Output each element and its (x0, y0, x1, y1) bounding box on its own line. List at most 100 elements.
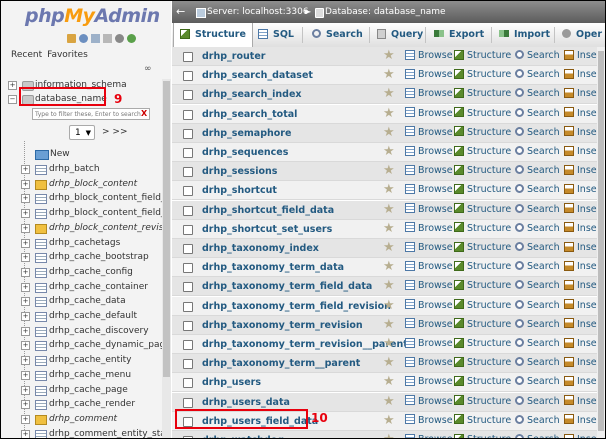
table-tree-label[interactable]: drhp_block_content_field_ (49, 191, 165, 205)
tab-structure[interactable]: Structure (173, 23, 253, 48)
structure-action[interactable]: Structure (454, 220, 511, 238)
search-action[interactable]: Search (515, 316, 560, 334)
row-checkbox[interactable] (183, 128, 193, 139)
search-action[interactable]: Search (515, 277, 560, 295)
favorite-star-icon[interactable]: ★ (383, 164, 395, 178)
table-tree-label[interactable]: drhp_batch (49, 162, 100, 176)
table-tree-label[interactable]: drhp_cache_bootstrap (49, 250, 149, 264)
structure-action[interactable]: Structure (454, 47, 511, 65)
table-name-link[interactable]: drhp_search_dataset (202, 66, 313, 85)
structure-action[interactable]: Structure (454, 412, 511, 430)
favorite-star-icon[interactable]: ★ (383, 260, 395, 274)
expand-icon[interactable]: + (21, 341, 30, 351)
table-tree-label[interactable]: drhp_cache_default (49, 309, 137, 323)
structure-action[interactable]: Structure (454, 143, 511, 161)
favorite-star-icon[interactable]: ★ (383, 375, 395, 389)
browse-action[interactable]: Browse (405, 335, 453, 353)
browse-action[interactable]: Browse (405, 258, 453, 276)
favorite-star-icon[interactable]: ★ (383, 356, 395, 370)
browse-action[interactable]: Browse (405, 105, 453, 123)
search-action[interactable]: Search (515, 181, 560, 199)
collapse-icon[interactable]: − (8, 95, 17, 104)
filter-clear-button[interactable]: X (141, 108, 147, 120)
home-icon[interactable] (67, 34, 76, 43)
search-action[interactable]: Search (515, 143, 560, 161)
table-name-link[interactable]: drhp_search_index (202, 85, 302, 104)
favorite-star-icon[interactable]: ★ (383, 241, 395, 255)
row-checkbox[interactable] (183, 397, 193, 408)
row-checkbox[interactable] (183, 205, 193, 216)
structure-action[interactable]: Structure (454, 277, 511, 295)
expand-icon[interactable]: + (21, 179, 30, 189)
search-action[interactable]: Search (515, 124, 560, 142)
table-name-link[interactable]: drhp_taxonomy_term_data (202, 258, 344, 277)
browse-action[interactable]: Browse (405, 354, 453, 372)
tab-export[interactable]: Export (434, 23, 484, 47)
table-tree-label[interactable]: drhp_cachetags (49, 236, 120, 250)
expand-icon[interactable]: + (21, 326, 30, 336)
row-checkbox[interactable] (183, 148, 193, 158)
browse-action[interactable]: Browse (405, 162, 453, 180)
table-tree-label[interactable]: drhp_block_content_field_ (49, 206, 165, 220)
search-action[interactable]: Search (515, 220, 560, 238)
row-checkbox[interactable] (183, 436, 193, 438)
search-action[interactable]: Search (515, 393, 560, 411)
row-checkbox[interactable] (183, 186, 193, 197)
favorite-star-icon[interactable]: ★ (383, 298, 395, 313)
favorite-star-icon[interactable]: ★ (383, 279, 395, 293)
row-checkbox[interactable] (183, 263, 193, 274)
table-tree-label[interactable]: drhp_cache_discovery (49, 324, 149, 338)
row-checkbox[interactable] (183, 71, 193, 82)
expand-icon[interactable]: + (21, 414, 30, 424)
search-action[interactable]: Search (515, 373, 560, 391)
structure-action[interactable]: Structure (454, 201, 511, 219)
table-name-link[interactable]: drhp_users (202, 373, 261, 392)
table-name-link[interactable]: drhp_sequences (202, 143, 288, 162)
main-scrollbar[interactable] (597, 47, 605, 438)
table-name-link[interactable]: drhp_shortcut (202, 181, 277, 200)
table-name-link[interactable]: drhp_search_total (202, 105, 297, 124)
browse-action[interactable]: Browse (405, 316, 453, 334)
table-tree-label[interactable]: drhp_cache_container (49, 280, 148, 294)
expand-icon[interactable]: + (21, 370, 30, 380)
browse-action[interactable]: Browse (405, 181, 453, 199)
tab-query[interactable]: Query (377, 23, 423, 47)
browse-action[interactable]: Browse (405, 297, 453, 315)
table-name-link[interactable]: drhp_taxonomy_index (202, 239, 319, 258)
favorite-star-icon[interactable]: ★ (383, 87, 395, 101)
expand-icon[interactable]: + (21, 282, 30, 292)
browse-action[interactable]: Browse (405, 393, 453, 411)
favorite-star-icon[interactable]: ★ (383, 394, 395, 409)
browse-action[interactable]: Browse (405, 412, 453, 430)
table-name-link[interactable]: drhp_shortcut_set_users (202, 220, 332, 239)
table-tree-label[interactable]: drhp_cache_data (49, 294, 126, 308)
favorite-star-icon[interactable]: ★ (383, 202, 395, 217)
browse-action[interactable]: Browse (405, 201, 453, 219)
nav-scrollbar-thumb[interactable] (163, 81, 170, 377)
search-action[interactable]: Search (515, 85, 560, 103)
structure-action[interactable]: Structure (454, 335, 511, 353)
search-action[interactable]: Search (515, 162, 560, 180)
table-name-link[interactable]: drhp_taxonomy_term_field_data (202, 277, 372, 296)
expand-icon[interactable]: + (21, 209, 30, 219)
search-action[interactable]: Search (515, 47, 560, 65)
search-action[interactable]: Search (515, 258, 560, 276)
structure-action[interactable]: Structure (454, 162, 511, 180)
table-name-link[interactable]: drhp_taxonomy_term_revision__parent (202, 335, 408, 354)
favorite-star-icon[interactable]: ★ (383, 125, 395, 140)
reload-icon[interactable] (127, 34, 136, 43)
table-name-link[interactable]: drhp_sessions (202, 162, 277, 181)
structure-action[interactable]: Structure (454, 66, 511, 84)
table-name-link[interactable]: drhp_taxonomy_term__parent (202, 354, 360, 373)
table-name-link[interactable]: drhp_router (202, 47, 265, 66)
table-tree-label[interactable]: drhp_cache_dynamic_pag (49, 338, 165, 352)
table-tree-label[interactable]: drhp_cache_page (49, 383, 128, 397)
structure-action[interactable]: Structure (454, 258, 511, 276)
expand-icon[interactable]: + (21, 223, 30, 233)
browse-action[interactable]: Browse (405, 66, 453, 84)
structure-action[interactable]: Structure (454, 85, 511, 103)
row-checkbox[interactable] (183, 52, 193, 62)
search-action[interactable]: Search (515, 201, 560, 219)
tab-sql[interactable]: SQL (258, 23, 294, 47)
table-filter-input[interactable]: Type to filter these, Enter to search (32, 108, 150, 120)
